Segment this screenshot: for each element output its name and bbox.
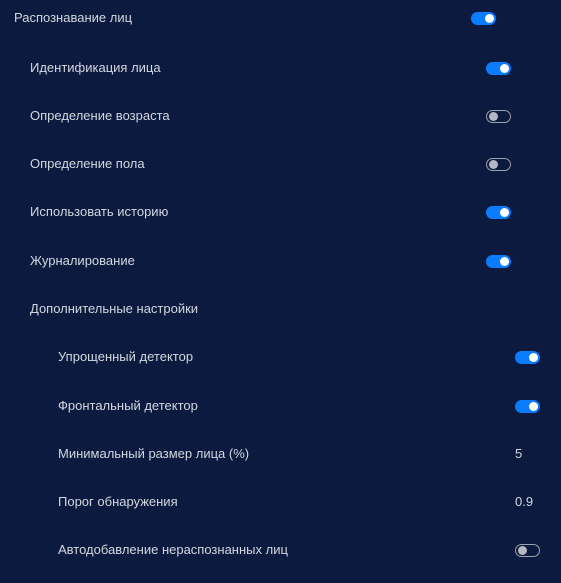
toggle-switch[interactable]	[486, 158, 511, 171]
setting-row: Упрощенный детектор	[0, 347, 561, 367]
setting-row: Журналирование	[0, 251, 561, 271]
setting-label: Дополнительные настройки	[30, 301, 199, 316]
toggle-switch[interactable]	[515, 400, 540, 413]
setting-label: Автодобавление нераспознанных лиц	[58, 542, 288, 557]
toggle-switch[interactable]	[471, 12, 496, 25]
toggle-switch[interactable]	[515, 351, 540, 364]
setting-value[interactable]: 0.9	[515, 494, 533, 509]
setting-label: Идентификация лица	[30, 60, 161, 75]
setting-row: Идентификация лица	[0, 58, 561, 78]
setting-label: Упрощенный детектор	[58, 349, 194, 364]
toggle-knob	[489, 160, 498, 169]
toggle-knob	[500, 257, 509, 266]
toggle-switch[interactable]	[515, 544, 540, 557]
toggle-knob	[500, 64, 509, 73]
setting-label: Журналирование	[30, 253, 135, 268]
setting-row: Автодобавление нераспознанных лиц	[0, 540, 561, 560]
toggle-knob	[529, 402, 538, 411]
setting-row: Фронтальный детектор	[0, 396, 561, 416]
setting-label: Порог обнаружения	[58, 494, 178, 509]
setting-row: Определение пола	[0, 154, 561, 174]
toggle-knob	[489, 112, 498, 121]
setting-label: Определение возраста	[30, 108, 170, 123]
toggle-knob	[500, 208, 509, 217]
setting-row: Определение возраста	[0, 106, 561, 126]
setting-row: Порог обнаружения 0.9	[0, 492, 561, 512]
toggle-knob	[518, 546, 527, 555]
setting-label: Определение пола	[30, 156, 145, 171]
setting-row: Минимальный размер лица (%) 5	[0, 444, 561, 464]
toggle-switch[interactable]	[486, 255, 511, 268]
setting-row: Использовать историю	[0, 202, 561, 222]
setting-label: Минимальный размер лица (%)	[58, 446, 250, 461]
setting-label: Фронтальный детектор	[58, 398, 198, 413]
setting-row: Распознавание лиц	[0, 8, 561, 28]
toggle-switch[interactable]	[486, 206, 511, 219]
toggle-switch[interactable]	[486, 62, 511, 75]
setting-label: Использовать историю	[30, 204, 169, 219]
setting-row: Дополнительные настройки	[0, 299, 561, 319]
toggle-knob	[529, 353, 538, 362]
setting-value[interactable]: 5	[515, 446, 522, 461]
toggle-knob	[485, 14, 494, 23]
setting-label: Распознавание лиц	[14, 10, 133, 25]
toggle-switch[interactable]	[486, 110, 511, 123]
